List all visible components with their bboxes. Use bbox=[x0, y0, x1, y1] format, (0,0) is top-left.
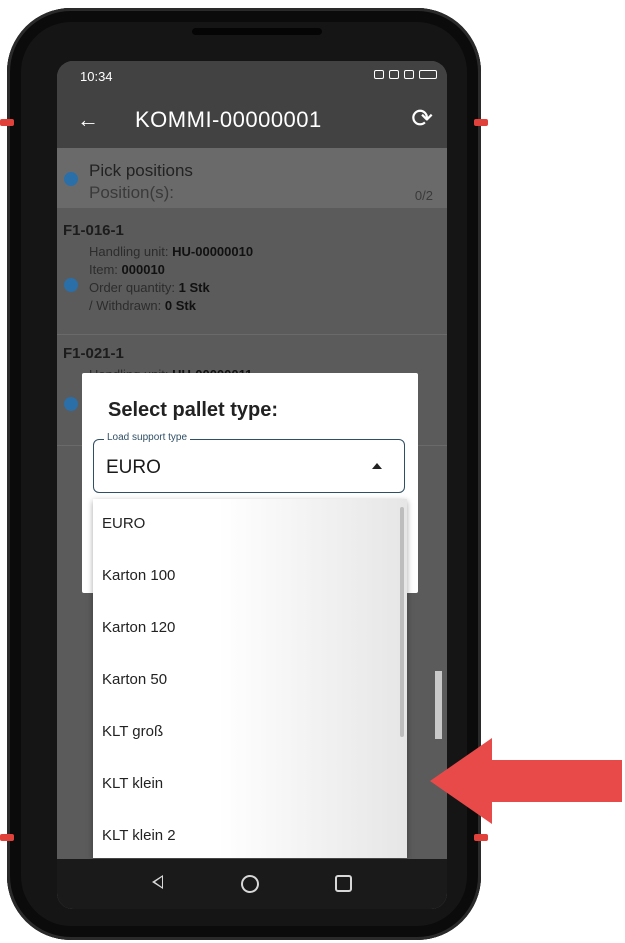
bumper-accent bbox=[474, 834, 488, 841]
dropdown-option[interactable]: KLT klein 2 bbox=[93, 811, 393, 858]
field-label: Load support type bbox=[104, 432, 191, 443]
nfc-icon bbox=[374, 70, 384, 79]
arrow-left-pointer-icon bbox=[430, 738, 622, 824]
caret-up-icon[interactable] bbox=[372, 463, 382, 469]
dropdown-option[interactable]: Karton 100 bbox=[93, 551, 393, 603]
dropdown-option[interactable]: Karton 120 bbox=[93, 603, 393, 655]
load-support-type-select[interactable]: Load support type EURO bbox=[93, 432, 405, 493]
earpiece bbox=[192, 28, 322, 35]
section-subtitle: Position(s): bbox=[89, 183, 175, 202]
handling-unit-line: Handling unit: HU-00000010 bbox=[89, 244, 254, 259]
sync-icon[interactable]: ⟳ bbox=[411, 103, 433, 134]
withdrawn-line: / Withdrawn: 0 Stk bbox=[89, 298, 196, 313]
phone-screen: 10:34 ← KOMMI-00000001 ⟳ Pick positions … bbox=[57, 61, 447, 909]
dropdown-option[interactable]: KLT groß bbox=[93, 707, 393, 759]
nav-back-icon[interactable] bbox=[152, 875, 163, 889]
wifi-icon bbox=[404, 70, 414, 79]
status-dot-icon bbox=[64, 397, 78, 411]
dropdown-option[interactable]: EURO bbox=[93, 499, 393, 551]
vibrate-icon bbox=[389, 70, 399, 79]
status-icons bbox=[374, 70, 437, 79]
section-title: Pick positions bbox=[89, 161, 193, 180]
bumper-accent bbox=[0, 119, 14, 126]
arrow-left-icon[interactable]: ← bbox=[77, 107, 99, 133]
bumper-accent bbox=[0, 834, 14, 841]
position-title: F1-021-1 bbox=[63, 345, 124, 362]
order-quantity-line: Order quantity: 1 Stk bbox=[89, 280, 210, 295]
pick-positions-header[interactable]: Pick positions Position(s): 0/2 bbox=[57, 148, 447, 208]
item-line: Item: 000010 bbox=[89, 262, 165, 277]
position-count: 0/2 bbox=[414, 188, 433, 203]
list-item[interactable]: F1-016-1 Handling unit: HU-00000010 Item… bbox=[57, 214, 447, 335]
dropdown-menu: EURO Karton 100 Karton 120 Karton 50 KLT… bbox=[93, 499, 407, 858]
dialog-title: Select pallet type: bbox=[108, 399, 279, 421]
dropdown-option[interactable]: Karton 50 bbox=[93, 655, 393, 707]
status-dot-icon bbox=[64, 172, 78, 186]
status-dot-icon bbox=[64, 278, 78, 292]
phone-device: 10:34 ← KOMMI-00000001 ⟳ Pick positions … bbox=[0, 8, 488, 940]
nav-home-icon[interactable] bbox=[241, 875, 259, 893]
android-nav-bar bbox=[57, 859, 447, 909]
dropdown-scrollbar[interactable] bbox=[400, 507, 404, 737]
battery-icon bbox=[419, 70, 437, 79]
dropdown-option[interactable]: KLT klein bbox=[93, 759, 393, 811]
field-value: EURO bbox=[106, 457, 161, 478]
scrollbar[interactable] bbox=[435, 671, 442, 739]
page-title: KOMMI-00000001 bbox=[135, 107, 322, 132]
bumper-accent bbox=[474, 119, 488, 126]
status-bar: 10:34 bbox=[57, 61, 447, 91]
position-title: F1-016-1 bbox=[63, 222, 124, 239]
nav-recents-icon[interactable] bbox=[335, 875, 352, 892]
status-time: 10:34 bbox=[80, 69, 113, 84]
app-bar: ← KOMMI-00000001 ⟳ bbox=[57, 91, 447, 148]
